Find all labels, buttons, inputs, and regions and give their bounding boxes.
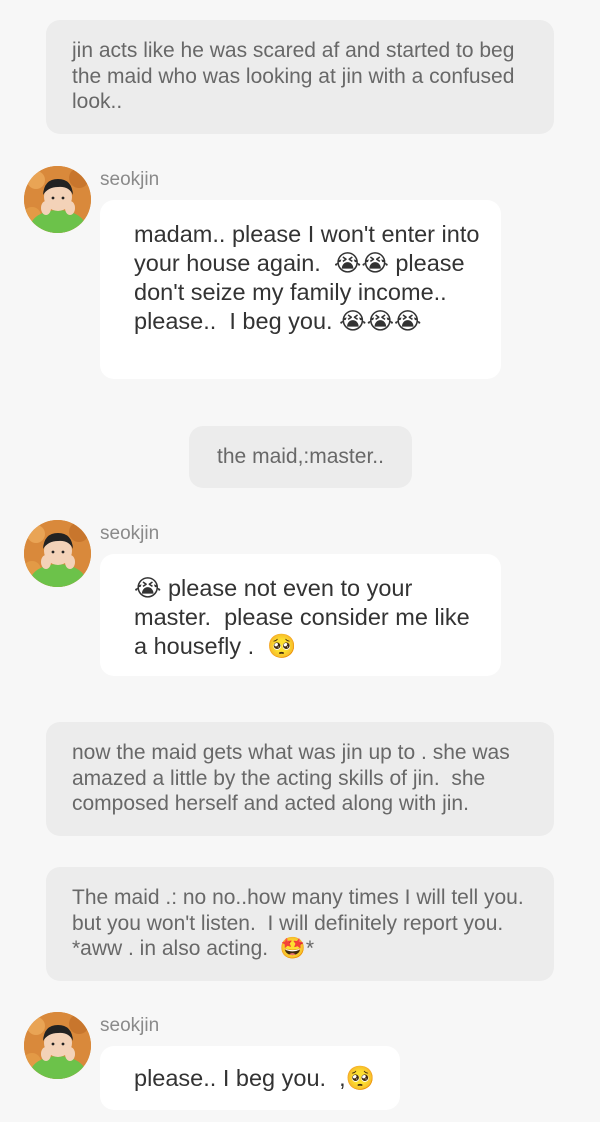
message-bubble: 😭 please not even to your master. please… <box>100 554 501 676</box>
narration-card: The maid .: no no..how many times I will… <box>46 867 554 981</box>
seokjin-avatar-icon[interactable] <box>24 166 91 233</box>
narration-card: jin acts like he was scared af and start… <box>46 20 554 134</box>
message-bubble: madam.. please I won't enter into your h… <box>100 200 501 379</box>
message-bubble: please.. I beg you. ,🥺 <box>100 1046 400 1110</box>
seokjin-avatar-icon[interactable] <box>24 520 91 587</box>
seokjin-avatar-icon[interactable] <box>24 1012 91 1079</box>
sender-name: seokjin <box>100 523 160 544</box>
narration-card: now the maid gets what was jin up to . s… <box>46 722 554 836</box>
sender-name: seokjin <box>100 1015 160 1036</box>
maid-line-card: the maid,:master.. <box>189 426 412 488</box>
sender-name: seokjin <box>100 169 160 190</box>
